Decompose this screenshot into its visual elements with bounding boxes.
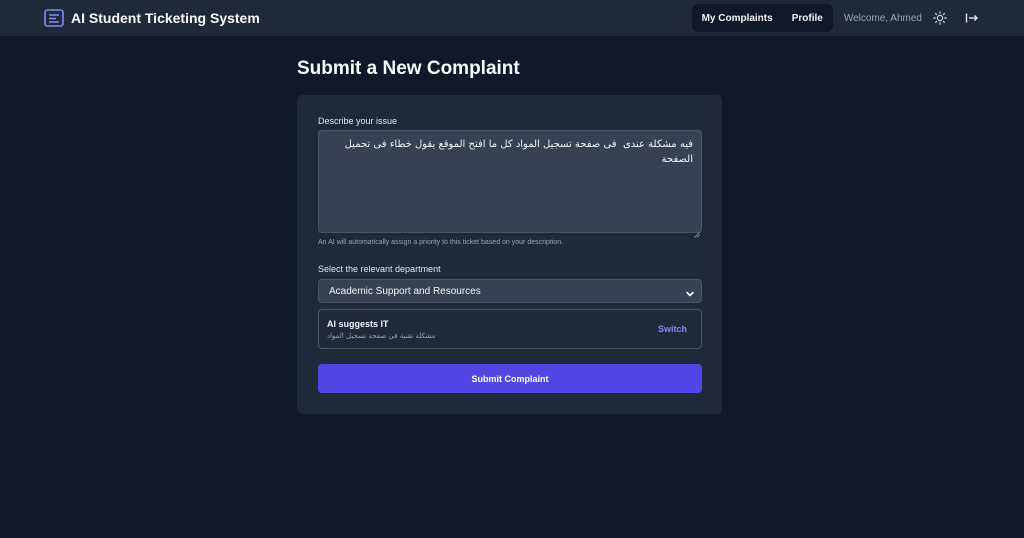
ai-suggestion-title: AI suggests IT [327, 319, 389, 329]
ai-suggestion-box: AI suggests IT مشكلة تقنية في صفحة تسجيل… [318, 309, 702, 349]
priority-hint: An AI will automatically assign a priori… [318, 239, 564, 246]
complaint-form-card: Describe your issue فيه مشكلة عندى فى صف… [297, 95, 722, 414]
ticket-list-icon [44, 9, 64, 27]
department-label: Select the relevant department [318, 264, 441, 274]
nav-my-complaints[interactable]: My Complaints [702, 13, 773, 24]
page-title: Submit a New Complaint [297, 58, 520, 79]
app-title: AI Student Ticketing System [71, 10, 260, 26]
submit-complaint-button[interactable]: Submit Complaint [318, 364, 702, 393]
chevron-down-icon [685, 286, 695, 297]
nav-right: My Complaints Profile Welcome, Ahmed [691, 4, 980, 32]
issue-textarea[interactable]: فيه مشكلة عندى فى صفحة تسجيل المواد كل م… [318, 130, 702, 233]
logout-icon[interactable] [964, 10, 980, 26]
ai-suggestion-reason: مشكلة تقنية في صفحة تسجيل المواد [327, 332, 436, 340]
department-select[interactable]: Academic Support and Resources [318, 279, 702, 303]
top-navbar: AI Student Ticketing System My Complaint… [0, 0, 1024, 36]
brand[interactable]: AI Student Ticketing System [44, 9, 260, 27]
nav-profile[interactable]: Profile [792, 13, 823, 24]
nav-links: My Complaints Profile [691, 4, 833, 32]
welcome-text: Welcome, Ahmed [843, 12, 922, 24]
resize-grip-icon[interactable] [694, 225, 700, 238]
issue-label: Describe your issue [318, 116, 398, 126]
switch-department-button[interactable]: Switch [658, 324, 687, 334]
sun-icon[interactable] [932, 10, 948, 26]
department-selected-value: Academic Support and Resources [329, 285, 481, 297]
